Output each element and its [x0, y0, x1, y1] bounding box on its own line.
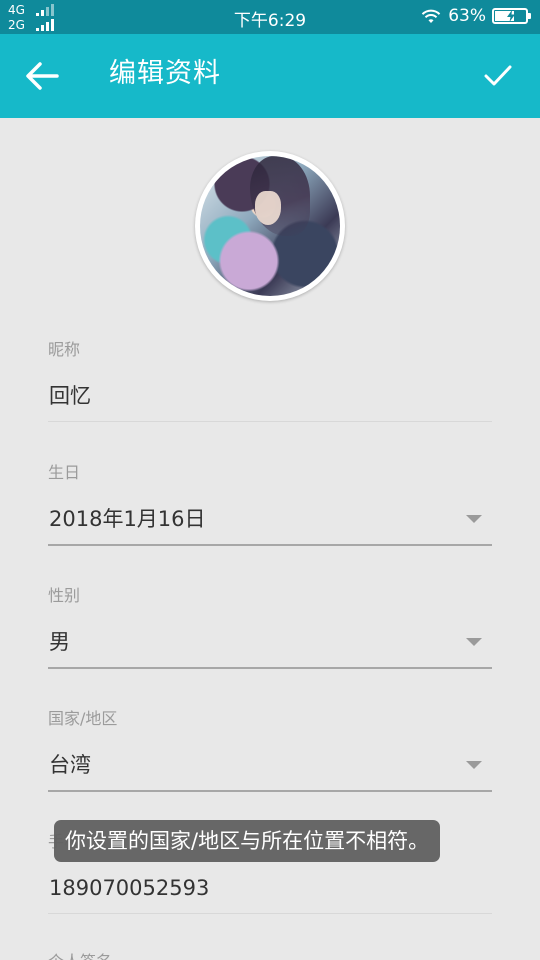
region-label: 国家/地区	[48, 709, 118, 728]
birthday-select[interactable]: 2018年1月16日	[49, 505, 206, 533]
phone-input[interactable]: 189070052593	[49, 874, 209, 902]
birthday-field[interactable]: 生日 2018年1月16日	[48, 463, 492, 547]
dropdown-arrow-icon	[466, 515, 482, 523]
divider	[48, 667, 492, 669]
arrow-left-icon	[26, 62, 59, 90]
divider	[48, 790, 492, 792]
signature-label: 个人签名	[48, 952, 492, 960]
gender-select[interactable]: 男	[49, 628, 70, 656]
divider	[48, 913, 492, 914]
toast-message: 你设置的国家/地区与所在位置不相符。	[54, 820, 441, 862]
nickname-label: 昵称	[48, 340, 81, 359]
divider	[48, 421, 492, 422]
charging-bolt-icon	[507, 10, 515, 22]
nickname-input[interactable]: 回忆	[49, 382, 91, 410]
check-icon	[484, 65, 512, 86]
battery-charging-icon	[492, 8, 531, 24]
status-right: 63%	[420, 6, 531, 26]
title-bar: 编辑资料	[0, 34, 540, 118]
wifi-icon	[421, 9, 441, 23]
battery-percent: 63%	[448, 6, 486, 26]
page-title: 编辑资料	[109, 58, 221, 89]
birthday-label: 生日	[48, 463, 81, 482]
dropdown-arrow-icon	[466, 761, 482, 769]
nickname-field[interactable]: 昵称 回忆	[48, 340, 492, 424]
dropdown-arrow-icon	[466, 638, 482, 646]
divider	[48, 544, 492, 546]
confirm-button[interactable]	[476, 56, 520, 96]
signature-field[interactable]: 个人签名	[48, 952, 492, 960]
avatar-button[interactable]	[195, 151, 345, 301]
gender-field[interactable]: 性别 男	[48, 586, 492, 670]
status-bar: 4G 2G 下午6:29 63%	[0, 0, 540, 34]
avatar	[200, 156, 340, 296]
region-field[interactable]: 国家/地区 台湾	[48, 709, 492, 793]
gender-label: 性别	[48, 586, 81, 605]
back-button[interactable]	[18, 56, 66, 96]
region-select[interactable]: 台湾	[49, 751, 91, 779]
